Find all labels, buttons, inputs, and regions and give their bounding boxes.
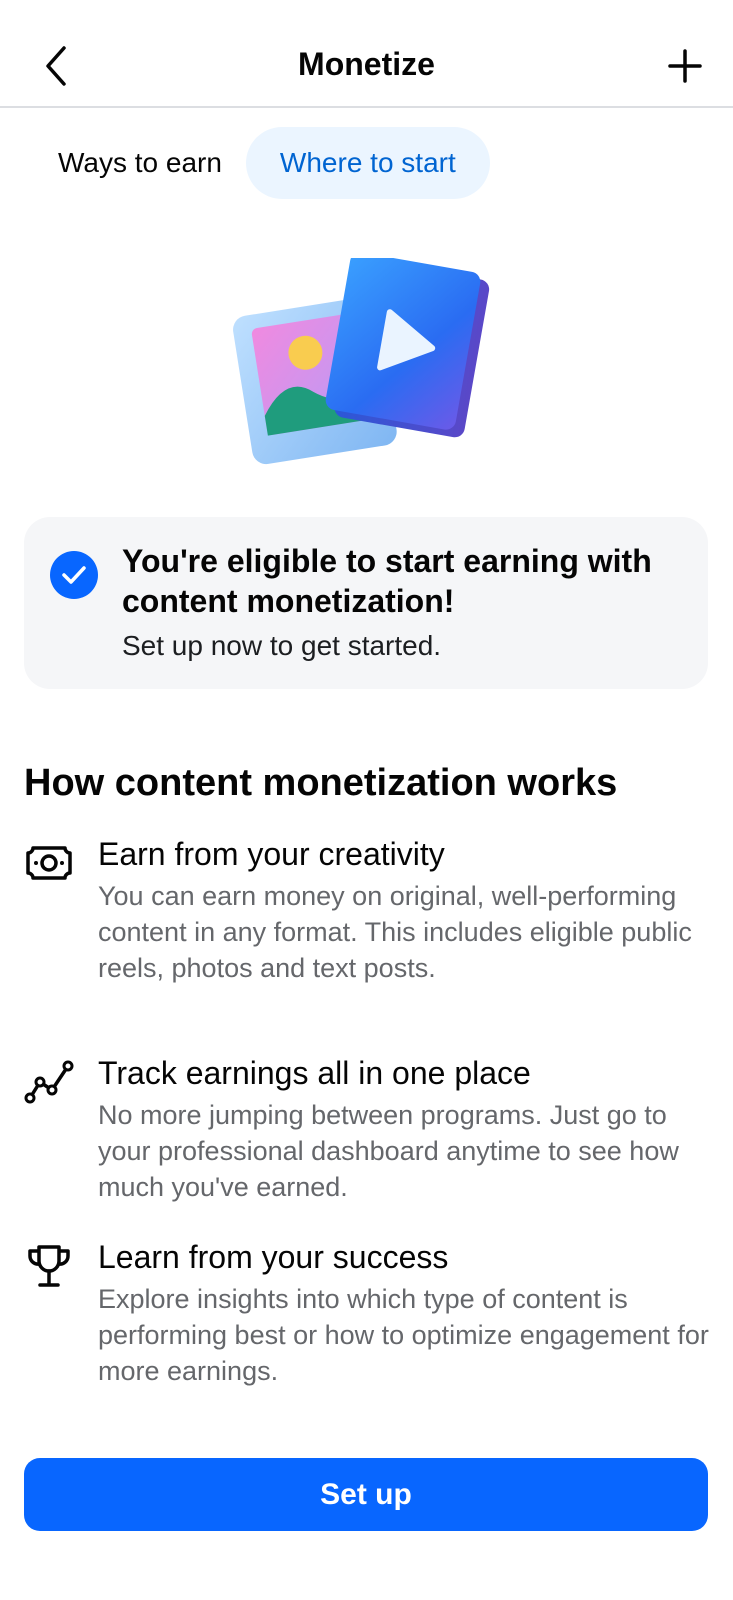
feature-earn: Earn from your creativity You can earn m… [24,834,714,1024]
tab-where-to-start[interactable]: Where to start [245,127,490,199]
feature-description: No more jumping between programs. Just g… [98,1100,679,1202]
photo-video-illustration [233,252,490,465]
trophy-icon [24,1241,74,1291]
feature-title: Learn from your success [98,1239,449,1275]
feature-learn: Learn from your success Explore insights… [24,1237,714,1387]
feature-title: Earn from your creativity [98,836,445,872]
feature-description: Explore insights into which type of cont… [98,1284,709,1386]
tab-bar: Ways to earn Where to start [24,126,490,200]
feature-track: Track earnings all in one place No more … [24,1053,714,1203]
feature-description: You can earn money on original, well-per… [98,881,692,983]
plus-icon [668,49,702,83]
hero-illustration [233,252,493,478]
money-icon [24,838,74,888]
check-circle-icon [50,551,98,599]
add-button[interactable] [663,44,707,88]
section-heading: How content monetization works [24,762,618,804]
eligibility-card: You're eligible to start earning with co… [24,517,708,689]
set-up-button[interactable]: Set up [24,1458,708,1531]
app-header: Monetize [0,0,733,108]
feature-title: Track earnings all in one place [98,1055,531,1091]
chart-line-icon [24,1057,74,1107]
eligibility-subtitle: Set up now to get started. [122,630,442,661]
eligibility-title: You're eligible to start earning with co… [122,543,652,619]
page-title: Monetize [298,46,435,82]
tab-ways-to-earn[interactable]: Ways to earn [24,127,256,199]
